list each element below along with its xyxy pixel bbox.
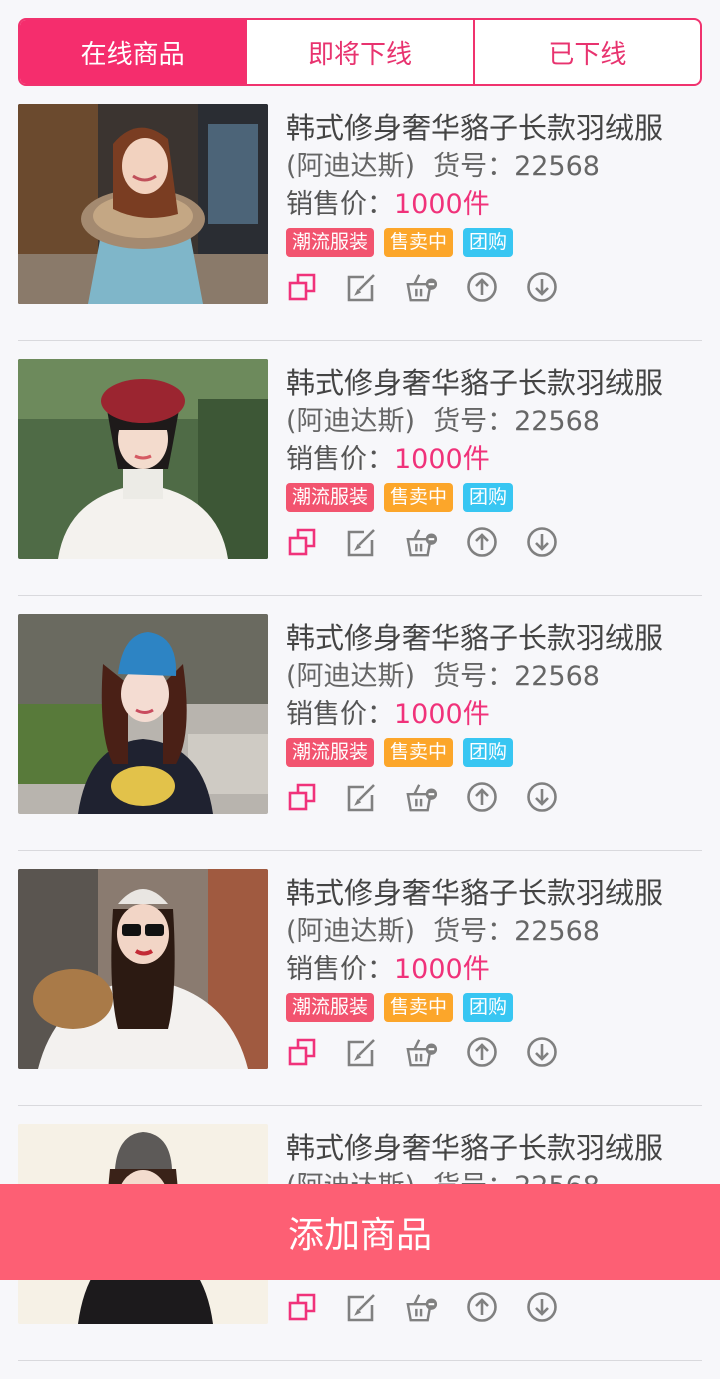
tag-selling: 售卖中 <box>384 738 454 767</box>
action-row <box>286 525 702 559</box>
product-info: 韩式修身奢华貉子长款羽绒服 (阿迪达斯) 货号：22568 销售价：1000件 潮… <box>286 104 702 304</box>
tag-group-buy: 团购 <box>463 228 514 257</box>
price-label: 销售价： <box>286 699 394 730</box>
copy-icon[interactable] <box>286 526 318 558</box>
tag-group-buy: 团购 <box>463 738 514 767</box>
product-item[interactable]: 韩式修身奢华貉子长款羽绒服 (阿迪达斯) 货号：22568 销售价：1000件 潮… <box>18 869 702 1106</box>
product-title: 韩式修身奢华貉子长款羽绒服 <box>286 111 664 145</box>
copy-icon[interactable] <box>286 1036 318 1068</box>
basket-remove-icon[interactable] <box>406 526 438 558</box>
basket-remove-icon[interactable] <box>406 781 438 813</box>
add-product-button[interactable]: 添加商品 <box>0 1184 720 1280</box>
product-code: 22568 <box>514 406 600 437</box>
basket-remove-icon[interactable] <box>406 271 438 303</box>
product-info: 韩式修身奢华貉子长款羽绒服 (阿迪达斯) 货号：22568 销售价：1000件 潮… <box>286 359 702 559</box>
tag-selling: 售卖中 <box>384 993 454 1022</box>
arrow-down-circle-icon[interactable] <box>526 271 558 303</box>
price-value: 1000件 <box>394 189 490 220</box>
tag-trend: 潮流服装 <box>286 228 375 257</box>
product-code-label: 货号： <box>433 661 515 692</box>
tab-online[interactable]: 在线商品 <box>20 20 246 84</box>
arrow-up-circle-icon[interactable] <box>466 271 498 303</box>
product-image[interactable] <box>18 104 268 304</box>
tag-selling: 售卖中 <box>384 228 454 257</box>
price-label: 销售价： <box>286 954 394 985</box>
action-row <box>286 780 702 814</box>
product-price-row: 销售价：1000件 <box>286 696 702 734</box>
action-row <box>286 1290 702 1324</box>
product-price-row: 销售价：1000件 <box>286 441 702 479</box>
product-brand: (阿迪达斯) <box>286 151 416 182</box>
tag-group-buy: 团购 <box>463 483 514 512</box>
price-value: 1000件 <box>394 444 490 475</box>
price-value: 1000件 <box>394 699 490 730</box>
product-code: 22568 <box>514 916 600 947</box>
basket-remove-icon[interactable] <box>406 1036 438 1068</box>
product-title: 韩式修身奢华貉子长款羽绒服 <box>286 366 664 400</box>
product-title: 韩式修身奢华貉子长款羽绒服 <box>286 1131 664 1165</box>
tab-offline[interactable]: 已下线 <box>472 20 700 84</box>
tag-trend: 潮流服装 <box>286 483 375 512</box>
price-value: 1000件 <box>394 954 490 985</box>
product-info: 韩式修身奢华貉子长款羽绒服 (阿迪达斯) 货号：22568 销售价：1000件 潮… <box>286 614 702 814</box>
tag-group-buy: 团购 <box>463 993 514 1022</box>
price-label: 销售价： <box>286 444 394 475</box>
arrow-down-circle-icon[interactable] <box>526 781 558 813</box>
product-brand: (阿迪达斯) <box>286 916 416 947</box>
tag-row: 潮流服装 售卖中 团购 <box>286 738 702 768</box>
product-item[interactable]: 韩式修身奢华貉子长款羽绒服 (阿迪达斯) 货号：22568 销售价：1000件 潮… <box>18 104 702 341</box>
arrow-up-circle-icon[interactable] <box>466 526 498 558</box>
copy-icon[interactable] <box>286 1291 318 1323</box>
product-meta: (阿迪达斯) 货号：22568 <box>286 658 702 696</box>
basket-remove-icon[interactable] <box>406 1291 438 1323</box>
arrow-down-circle-icon[interactable] <box>526 526 558 558</box>
product-code-label: 货号： <box>433 151 515 182</box>
product-item[interactable]: 韩式修身奢华貉子长款羽绒服 (阿迪达斯) 货号：22568 销售价：1000件 潮… <box>18 614 702 851</box>
arrow-up-circle-icon[interactable] <box>466 1036 498 1068</box>
product-code-label: 货号： <box>433 916 515 947</box>
copy-icon[interactable] <box>286 781 318 813</box>
copy-icon[interactable] <box>286 271 318 303</box>
product-brand: (阿迪达斯) <box>286 406 416 437</box>
product-image[interactable] <box>18 359 268 559</box>
arrow-down-circle-icon[interactable] <box>526 1291 558 1323</box>
product-meta: (阿迪达斯) 货号：22568 <box>286 148 702 186</box>
arrow-up-circle-icon[interactable] <box>466 781 498 813</box>
product-meta: (阿迪达斯) 货号：22568 <box>286 403 702 441</box>
product-code: 22568 <box>514 661 600 692</box>
action-row <box>286 270 702 304</box>
product-brand: (阿迪达斯) <box>286 661 416 692</box>
arrow-up-circle-icon[interactable] <box>466 1291 498 1323</box>
product-title: 韩式修身奢华貉子长款羽绒服 <box>286 621 664 655</box>
product-info: 韩式修身奢华貉子长款羽绒服 (阿迪达斯) 货号：22568 销售价：1000件 潮… <box>286 869 702 1069</box>
product-image[interactable] <box>18 614 268 814</box>
product-price-row: 销售价：1000件 <box>286 951 702 989</box>
product-code-label: 货号： <box>433 406 515 437</box>
product-price-row: 销售价：1000件 <box>286 186 702 224</box>
product-image[interactable] <box>18 869 268 1069</box>
price-label: 销售价： <box>286 189 394 220</box>
edit-icon[interactable] <box>346 1036 378 1068</box>
arrow-down-circle-icon[interactable] <box>526 1036 558 1068</box>
edit-icon[interactable] <box>346 1291 378 1323</box>
edit-icon[interactable] <box>346 526 378 558</box>
tag-row: 潮流服装 售卖中 团购 <box>286 228 702 258</box>
product-title: 韩式修身奢华貉子长款羽绒服 <box>286 876 664 910</box>
tag-row: 潮流服装 售卖中 团购 <box>286 483 702 513</box>
edit-icon[interactable] <box>346 271 378 303</box>
tab-bar: 在线商品 即将下线 已下线 <box>18 18 702 86</box>
tag-trend: 潮流服装 <box>286 738 375 767</box>
tag-row: 潮流服装 售卖中 团购 <box>286 993 702 1023</box>
product-item[interactable]: 韩式修身奢华貉子长款羽绒服 (阿迪达斯) 货号：22568 销售价：1000件 潮… <box>18 359 702 596</box>
product-meta: (阿迪达斯) 货号：22568 <box>286 913 702 951</box>
action-row <box>286 1035 702 1069</box>
tab-soon-offline[interactable]: 即将下线 <box>245 20 472 84</box>
tag-selling: 售卖中 <box>384 483 454 512</box>
product-code: 22568 <box>514 151 600 182</box>
tag-trend: 潮流服装 <box>286 993 375 1022</box>
edit-icon[interactable] <box>346 781 378 813</box>
